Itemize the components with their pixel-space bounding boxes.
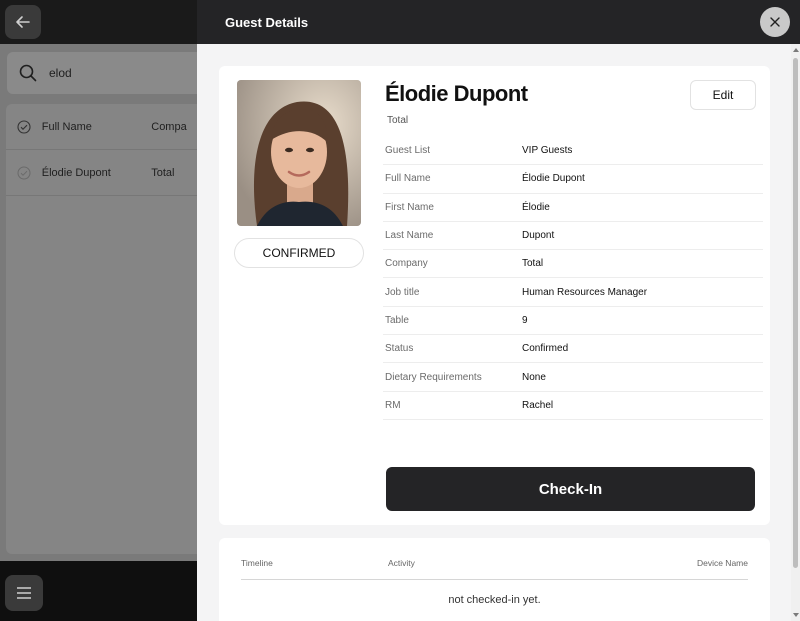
detail-label: First Name (385, 201, 434, 213)
timeline-header: Timeline Activity Device Name (241, 558, 748, 580)
menu-button[interactable] (5, 575, 43, 611)
back-button[interactable] (5, 5, 41, 39)
timeline-empty-message: not checked-in yet. (448, 594, 541, 606)
detail-row-full-name: Full Name Élodie Dupont (383, 165, 763, 194)
detail-row-status: Status Confirmed (383, 335, 763, 364)
detail-label: Status (385, 343, 414, 355)
detail-value: Élodie (522, 201, 550, 213)
detail-value: 9 (522, 314, 528, 326)
detail-value: Rachel (522, 399, 554, 411)
detail-row-job-title: Job title Human Resources Manager (383, 278, 763, 307)
status-badge: CONFIRMED (234, 238, 364, 268)
column-header-full-name[interactable]: Full Name (36, 121, 152, 133)
detail-label: Guest List (385, 145, 431, 157)
timeline-column-timeline: Timeline (241, 558, 273, 568)
check-circle-icon (17, 166, 31, 179)
table-header-row: Full Name Compa (6, 104, 206, 150)
guest-company: Total (387, 115, 409, 126)
detail-value: Total (522, 258, 544, 270)
scrollbar-thumb[interactable] (793, 58, 798, 568)
check-in-button[interactable]: Check-In (386, 467, 755, 511)
drawer-header: Guest Details (197, 0, 800, 44)
menu-icon (17, 587, 31, 599)
timeline-card: Timeline Activity Device Name not checke… (219, 538, 770, 621)
edit-button[interactable]: Edit (690, 80, 756, 110)
guest-details-list: Guest List VIP Guests Full Name Élodie D… (383, 137, 763, 420)
close-button[interactable] (760, 7, 790, 37)
detail-label: Job title (385, 286, 420, 298)
guest-table: Full Name Compa Élodie Dupont Total (6, 104, 206, 554)
row-full-name: Élodie Dupont (41, 166, 111, 179)
detail-row-last-name: Last Name Dupont (383, 222, 763, 251)
detail-label: Dietary Requirements (385, 371, 482, 383)
detail-value: Confirmed (522, 343, 569, 355)
detail-row-rm: RM Rachel (383, 392, 763, 420)
detail-row-guest-list: Guest List VIP Guests (383, 137, 763, 166)
guest-name: Élodie Dupont (385, 81, 528, 106)
detail-value: Human Resources Manager (522, 286, 648, 298)
detail-value: Élodie Dupont (522, 173, 585, 185)
detail-row-dietary: Dietary Requirements None (383, 363, 763, 392)
detail-label: Table (385, 314, 409, 326)
close-icon (770, 17, 780, 27)
check-circle-icon (17, 119, 31, 134)
scroll-up-icon[interactable] (793, 48, 799, 52)
detail-value: Dupont (522, 230, 555, 242)
back-arrow-icon (16, 16, 30, 28)
guest-photo (237, 80, 361, 226)
scroll-down-icon[interactable] (793, 613, 799, 617)
detail-label: Company (385, 258, 428, 270)
detail-value: None (522, 371, 546, 383)
detail-row-first-name: First Name Élodie (383, 194, 763, 222)
search-icon (19, 64, 37, 82)
detail-label: Full Name (385, 173, 431, 185)
detail-label: RM (385, 399, 401, 411)
select-all-checkbox[interactable] (12, 119, 36, 134)
timeline-column-device-name: Device Name (696, 558, 748, 568)
detail-row-company: Company Total (383, 250, 763, 279)
timeline-column-activity: Activity (388, 558, 415, 568)
detail-row-table: Table 9 (383, 307, 763, 336)
search-input[interactable]: elod (49, 66, 72, 80)
guest-details-drawer: Guest Details CONFIRMED Élodie Dupont To… (197, 0, 800, 621)
drawer-title: Guest Details (225, 14, 309, 30)
guest-profile-card: CONFIRMED Élodie Dupont Total Edit Guest… (219, 66, 770, 525)
table-row[interactable]: Élodie Dupont Total (6, 150, 206, 196)
drawer-scrollbar[interactable] (791, 44, 800, 621)
detail-label: Last Name (385, 230, 434, 242)
detail-value: VIP Guests (522, 145, 573, 157)
row-checkbox[interactable] (12, 166, 36, 180)
search-box[interactable]: elod (7, 52, 207, 94)
